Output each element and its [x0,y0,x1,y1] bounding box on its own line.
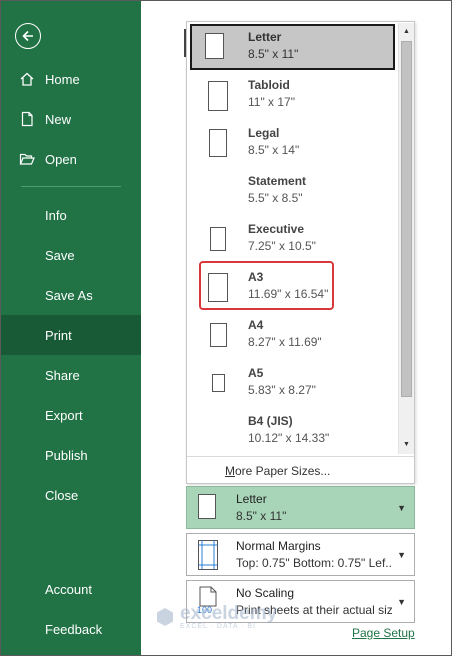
paper-option-b4-jis[interactable]: B4 (JIS) 10.12" x 14.33" [190,408,395,454]
nav-label: Home [45,71,80,87]
chevron-down-icon: ▼ [397,597,406,607]
nav-label: New [45,111,72,127]
paper-size-detail: 8.5" x 11" [236,509,287,523]
paper-dims: 7.25" x 10.5" [248,239,316,253]
nav-publish[interactable]: Publish [1,435,141,475]
nav-label: Open [45,151,77,167]
paper-option-letter[interactable]: Letter 8.5" x 11" [190,24,395,70]
paper-option-tabloid[interactable]: Tabloid 11" x 17" [190,72,395,118]
page-thumbnail-icon [198,494,216,519]
watermark-tagline: EXCEL · DATA · BI [180,623,256,630]
nav-label: Account [45,581,92,597]
paper-size-setting[interactable]: Letter 8.5" x 11" ▼ [186,486,415,529]
nav-save-as[interactable]: Save As [1,275,141,315]
paper-dims: 11" x 17" [248,95,295,109]
nav-close[interactable]: Close [1,475,141,515]
watermark: exceldemy EXCEL · DATA · BI [154,604,277,630]
page-thumbnail-icon [209,129,227,157]
page-thumbnail-icon [205,33,224,59]
nav-export[interactable]: Export [1,395,141,435]
paper-dims: 8.27" x 11.69" [248,335,322,349]
paper-name: Executive [248,222,305,236]
nav-open[interactable]: Open [1,139,141,179]
paper-name: Statement [248,174,307,188]
exceldemy-logo-icon [157,608,173,626]
nav-account[interactable]: Account [1,569,141,609]
paper-option-legal[interactable]: Legal 8.5" x 14" [190,120,395,166]
chevron-down-icon: ▼ [397,503,406,513]
paper-name: Legal [248,126,280,140]
nav-label: Save As [45,287,93,303]
paper-dims: 10.12" x 14.33" [248,431,330,445]
paper-list-scrollbar[interactable]: ▲ ▼ [398,23,414,454]
paper-option-executive[interactable]: Executive 7.25" x 10.5" [190,216,395,262]
watermark-brand: exceldemy [180,603,278,624]
nav-label: Publish [45,447,88,463]
more-paper-sizes-text: ore Paper Sizes... [235,464,331,478]
page-setup-link[interactable]: Page Setup [352,626,415,640]
nav-info[interactable]: Info [1,195,141,235]
scaling-title: No Scaling [236,586,295,600]
page-thumbnail-icon [208,81,228,111]
page-thumbnail-icon [212,374,225,392]
arrow-left-icon [22,30,33,42]
scrollbar-thumb[interactable] [401,41,412,397]
paper-size-dropdown: Letter 8.5" x 11" Tabloid 11" x 17" Lega… [186,21,415,484]
margins-setting[interactable]: Normal Margins Top: 0.75" Bottom: 0.75" … [186,533,415,576]
paper-dims: 5.83" x 8.27" [248,383,316,397]
backstage-sidebar: Home New Open Info Save Save As Print Sh… [1,1,141,655]
paper-dims: 8.5" x 11" [248,47,299,61]
paper-name: Letter [248,30,282,44]
paper-name: B4 (JIS) [248,414,293,428]
margins-detail: Top: 0.75" Bottom: 0.75" Lef... [236,556,392,570]
paper-name: A4 [248,318,264,332]
nav-label: Close [45,487,79,503]
a3-highlight-box [199,261,334,310]
more-paper-sizes-link[interactable]: More Paper Sizes... [187,456,414,484]
sidebar-divider [21,186,121,187]
paper-size-list: Letter 8.5" x 11" Tabloid 11" x 17" Lega… [187,22,397,454]
paper-option-statement[interactable]: Statement 5.5" x 8.5" [190,168,395,214]
paper-name: Tabloid [248,78,290,92]
nav-new[interactable]: New [1,99,141,139]
nav-label: Share [45,367,80,383]
paper-name: A5 [248,366,264,380]
nav-label: Print [45,327,72,343]
chevron-down-icon: ▼ [397,550,406,560]
nav-label: Save [45,247,75,263]
nav-feedback[interactable]: Feedback [1,609,141,649]
mnemonic-letter: M [225,464,235,478]
nav-home[interactable]: Home [1,59,141,99]
nav-share[interactable]: Share [1,355,141,395]
margins-title: Normal Margins [236,539,321,553]
page-thumbnail-icon [210,323,227,347]
home-icon [19,71,35,87]
nav-label: Feedback [45,621,103,637]
scroll-down-icon[interactable]: ▼ [401,438,412,451]
page-thumbnail-icon [210,227,226,251]
margins-icon [198,540,218,570]
paper-option-a4[interactable]: A4 8.27" x 11.69" [190,312,395,358]
nav-print[interactable]: Print [1,315,141,355]
new-document-icon [19,111,35,127]
paper-dims: 5.5" x 8.5" [248,191,303,205]
paper-dims: 8.5" x 14" [248,143,300,157]
nav-label: Export [45,407,83,423]
back-button[interactable] [15,23,41,49]
paper-size-title: Letter [236,492,267,506]
folder-open-icon [19,151,35,167]
scroll-up-icon[interactable]: ▲ [401,25,412,38]
nav-label: Info [45,207,67,223]
paper-option-a5[interactable]: A5 5.83" x 8.27" [190,360,395,406]
nav-save[interactable]: Save [1,235,141,275]
